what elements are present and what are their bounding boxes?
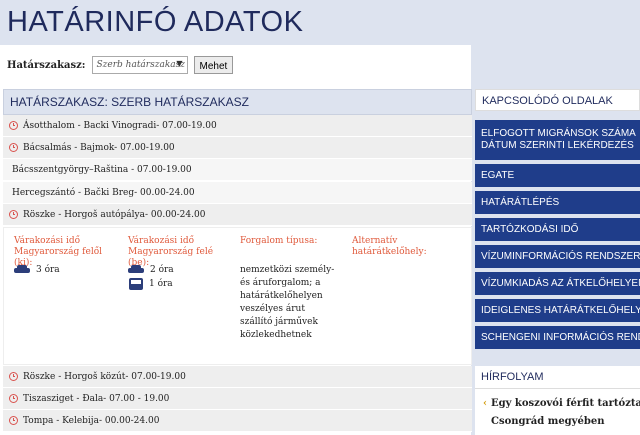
clock-icon [9, 210, 18, 219]
page-title: HATÁRINFÓ ADATOK [7, 6, 304, 38]
link-label: HATÁRÁTLÉPÉS [481, 196, 560, 208]
crossing-item[interactable]: Tiszasziget - Đala- 07.00 - 19.00 [3, 388, 472, 410]
link-stay-duration[interactable]: TARTÓZKODÁSI IDŐ [475, 218, 640, 241]
clock-icon [9, 416, 18, 425]
filter-label: Határszakasz: [7, 59, 86, 71]
chevron-down-icon: ▼ [176, 59, 183, 68]
bus-icon [129, 278, 143, 290]
link-label: DÁTUM SZERINTI LEKÉRDEZÉS [481, 140, 634, 151]
crossing-label: Röszke - Horgoš autópálya- 00.00-24.00 [23, 209, 206, 220]
news-item[interactable]: ‹ Egy koszovói férfit tartóztattak Csong… [475, 389, 640, 431]
clock-icon [9, 372, 18, 381]
crossing-item[interactable]: Röszke - Horgoš közút- 07.00-19.00 [3, 366, 472, 388]
traffic-type-value: nemzetközi személy- és áruforgalom; a ha… [240, 265, 335, 340]
crossing-label: Tompa - Kelebija- 00.00-24.00 [23, 415, 160, 426]
chevron-right-icon: ‹ [483, 398, 487, 409]
wait-in-bus: 1 óra [129, 278, 173, 290]
link-egate[interactable]: EGATE [475, 164, 640, 187]
wait-value: 1 óra [149, 279, 173, 289]
related-pages-panel: KAPCSOLÓDÓ OLDALAK ELFOGOTT MIGRÁNSOK SZ… [475, 89, 640, 349]
link-label: IDEIGLENES HATÁRÁTKELŐHELY [481, 304, 640, 316]
news-item-title: Egy koszovói férfit tartóztattak Csongrá… [491, 395, 640, 431]
crossing-label: Ásotthalom - Backi Vinogradi- 07.00-19.0… [23, 120, 217, 131]
link-label: TARTÓZKODÁSI IDŐ [481, 223, 579, 235]
wait-value: 3 óra [36, 265, 60, 275]
crossing-item[interactable]: Hercegszántó - Bački Breg- 00.00-24.00 [3, 182, 472, 204]
crossing-item[interactable]: Ásotthalom - Backi Vinogradi- 07.00-19.0… [3, 115, 472, 137]
wait-out-car: 3 óra [14, 265, 60, 275]
link-label: EGATE [481, 169, 515, 181]
link-visa-issuance[interactable]: VÍZUMKIADÁS AZ ÁTKELŐHELYEN [475, 272, 640, 295]
link-label: VÍZUMKIADÁS AZ ÁTKELŐHELYEN [481, 277, 640, 289]
border-section-select[interactable]: Szerb határszakasz ▼ [91, 56, 188, 74]
news-feed-title: HÍRFOLYAM [475, 366, 640, 389]
link-schengen-info[interactable]: SCHENGENI INFORMÁCIÓS RENDSZER [475, 326, 640, 349]
traffic-type-heading: Forgalom típusa: [240, 236, 318, 246]
link-visa-info-system[interactable]: VÍZUMINFORMÁCIÓS RENDSZER [475, 245, 640, 268]
crossing-label: Röszke - Horgoš közút- 07.00-19.00 [23, 371, 186, 382]
link-label: VÍZUMINFORMÁCIÓS RENDSZER [481, 250, 640, 262]
crossing-item[interactable]: Bácsalmás - Bajmok- 07.00-19.00 [3, 137, 472, 159]
crossing-label: Hercegszántó - Bački Breg- 00.00-24.00 [12, 187, 195, 198]
crossing-item-expanded[interactable]: Röszke - Horgoš autópálya- 00.00-24.00 [3, 204, 472, 226]
select-value: Szerb határszakasz [96, 60, 186, 70]
link-migrants[interactable]: ELFOGOTT MIGRÁNSOK SZÁMA DÁTUM SZERINTI … [475, 120, 640, 160]
clock-icon [9, 121, 18, 130]
crossing-item[interactable]: Bácsszentgyörgy–Raština - 07.00-19.00 [3, 159, 472, 181]
car-icon [14, 265, 30, 275]
clock-icon [9, 394, 18, 403]
clock-icon [9, 143, 18, 152]
section-title: HATÁRSZAKASZ: SZERB HATÁRSZAKASZ [3, 89, 472, 115]
link-label: SCHENGENI INFORMÁCIÓS RENDSZER [481, 331, 640, 343]
crossing-label: Bácsszentgyörgy–Raština - 07.00-19.00 [12, 164, 192, 175]
car-icon [128, 265, 144, 275]
crossing-detail-panel: Várakozási idő Magyarország felől (ki): … [3, 227, 472, 365]
crossing-label: Tiszasziget - Đala- 07.00 - 19.00 [23, 393, 170, 404]
wait-value: 2 óra [150, 265, 174, 275]
news-line: Csongrád megyében [491, 416, 605, 427]
link-temporary-crossing[interactable]: IDEIGLENES HATÁRÁTKELŐHELY [475, 299, 640, 322]
related-pages-title: KAPCSOLÓDÓ OLDALAK [475, 89, 640, 111]
crossing-label: Bácsalmás - Bajmok- 07.00-19.00 [23, 142, 175, 153]
news-feed: HÍRFOLYAM ‹ Egy koszovói férfit tartózta… [475, 366, 640, 435]
news-line: Egy koszovói férfit tartóztattak [491, 398, 640, 409]
link-border-crossing[interactable]: HATÁRÁTLÉPÉS [475, 191, 640, 214]
filter-bar: Határszakasz: Szerb határszakasz ▼ Mehet [7, 56, 234, 74]
wait-in-car: 2 óra [128, 265, 174, 275]
alternative-heading: Alternatív határátkelőhely: [352, 236, 427, 257]
crossing-item[interactable]: Tompa - Kelebija- 00.00-24.00 [3, 410, 472, 432]
go-button[interactable]: Mehet [193, 56, 234, 74]
link-label: ELFOGOTT MIGRÁNSOK SZÁMA [481, 128, 636, 139]
